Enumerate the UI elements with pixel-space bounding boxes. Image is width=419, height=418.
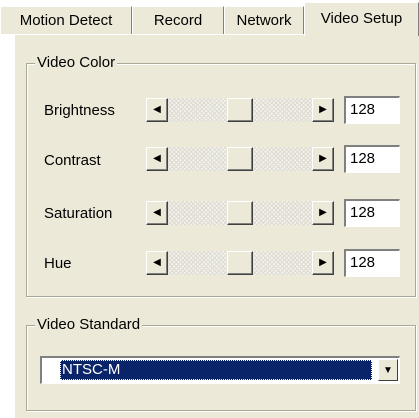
saturation-label: Saturation xyxy=(44,205,113,222)
arrow-right-icon[interactable]: ▶ xyxy=(312,251,334,275)
contrast-slider-thumb[interactable] xyxy=(227,147,253,171)
contrast-label: Contrast xyxy=(44,152,101,169)
arrow-left-icon[interactable]: ◀ xyxy=(146,251,168,275)
arrow-left-icon[interactable]: ◀ xyxy=(146,98,168,122)
video-standard-select[interactable]: NTSC-M ▼ xyxy=(40,356,400,384)
hue-slider-thumb[interactable] xyxy=(227,251,253,275)
contrast-value-field[interactable]: 128 xyxy=(344,145,400,173)
arrow-right-icon[interactable]: ▶ xyxy=(312,98,334,122)
contrast-slider[interactable]: ◀ ▶ xyxy=(146,147,334,171)
arrow-right-icon[interactable]: ▶ xyxy=(312,201,334,225)
arrow-right-icon[interactable]: ▶ xyxy=(312,147,334,171)
video-color-title: Video Color xyxy=(35,54,118,72)
tab-strip: Motion Detect Record Network Video Setup xyxy=(0,0,419,36)
tab-network[interactable]: Network xyxy=(224,6,304,34)
tab-record[interactable]: Record xyxy=(132,6,224,34)
brightness-slider-thumb[interactable] xyxy=(227,98,253,122)
hue-label: Hue xyxy=(44,255,72,272)
chevron-down-icon[interactable]: ▼ xyxy=(378,359,398,381)
tab-video-setup[interactable]: Video Setup xyxy=(304,2,419,36)
tab-motion-detect[interactable]: Motion Detect xyxy=(0,6,132,34)
video-standard-title: Video Standard xyxy=(35,316,143,334)
arrow-left-icon[interactable]: ◀ xyxy=(146,201,168,225)
video-standard-selected-value: NTSC-M xyxy=(60,360,372,380)
arrow-left-icon[interactable]: ◀ xyxy=(146,147,168,171)
brightness-slider[interactable]: ◀ ▶ xyxy=(146,98,334,122)
hue-value-field[interactable]: 128 xyxy=(344,249,400,277)
hue-slider[interactable]: ◀ ▶ xyxy=(146,251,334,275)
brightness-label: Brightness xyxy=(44,102,115,119)
brightness-value-field[interactable]: 128 xyxy=(344,96,400,124)
saturation-slider-thumb[interactable] xyxy=(227,201,253,225)
saturation-value-field[interactable]: 128 xyxy=(344,199,400,227)
saturation-slider[interactable]: ◀ ▶ xyxy=(146,201,334,225)
